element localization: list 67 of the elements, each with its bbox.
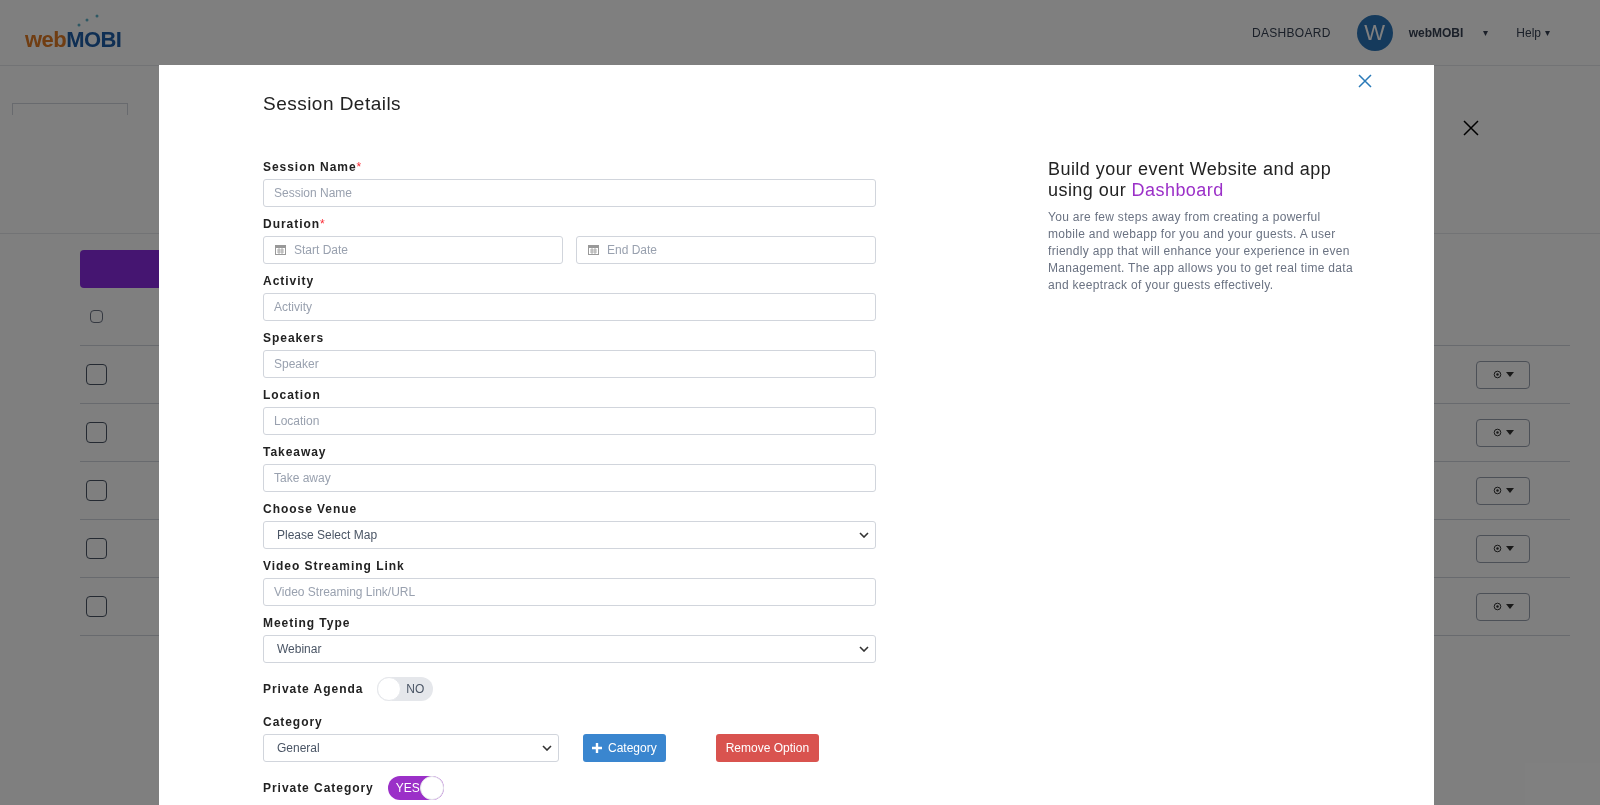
row-checkbox[interactable] — [86, 596, 107, 617]
select-dropdown[interactable]: General — [263, 734, 559, 762]
date-field[interactable]: Start Date — [263, 236, 563, 264]
row-checkbox[interactable] — [86, 422, 107, 443]
field-label: Meeting Type — [263, 615, 352, 632]
text-input[interactable]: Take away — [263, 464, 876, 492]
caret-icon[interactable]: ▾ — [1483, 25, 1489, 40]
text-input[interactable]: Speaker — [263, 350, 876, 378]
text-input[interactable]: Location — [263, 407, 876, 435]
logo[interactable]: webMOBI — [25, 12, 122, 53]
text-input[interactable]: Session Name — [263, 179, 876, 207]
close-button[interactable] — [1358, 74, 1372, 88]
gear-icon — [1492, 428, 1502, 437]
chevron-down-icon — [542, 745, 552, 751]
add-category-button[interactable]: Category — [583, 734, 666, 762]
chevron-down-icon — [859, 532, 869, 538]
field-label: Speakers — [263, 330, 326, 347]
caret-icon — [1505, 372, 1514, 377]
user-avatar[interactable]: W — [1356, 14, 1393, 51]
remove-option-button[interactable]: Remove Option — [715, 734, 820, 762]
field-label: Duration* — [263, 216, 327, 233]
field-label: Location — [263, 387, 322, 404]
caret-icon — [1505, 604, 1514, 609]
calendar-icon — [275, 244, 286, 255]
row-checkbox[interactable] — [86, 538, 107, 559]
field-label: Takeaway — [263, 444, 328, 461]
field-label: Private Category — [263, 780, 374, 797]
chevron-down-icon — [859, 646, 869, 652]
select-dropdown[interactable]: Webinar — [263, 635, 876, 663]
field-label: Activity — [263, 273, 316, 290]
gear-dropdown-button[interactable] — [1476, 476, 1530, 505]
close-icon[interactable] — [1463, 120, 1479, 136]
gear-icon — [1492, 370, 1502, 379]
field-label: Private Agenda — [263, 681, 364, 698]
toggle-switch[interactable]: NO — [377, 677, 434, 701]
field-label: Session Name* — [263, 159, 364, 176]
promo-heading: Build your event Website and app using our Dashboard — [1048, 159, 1333, 201]
gear-dropdown-button[interactable] — [1476, 418, 1530, 447]
caret-icon — [1505, 546, 1514, 551]
caret-icon — [1505, 430, 1514, 435]
gear-dropdown-button[interactable] — [1476, 534, 1530, 563]
row-checkbox[interactable] — [86, 480, 107, 501]
nav-link[interactable]: DASHBOARD — [1251, 23, 1331, 42]
user-name[interactable]: webMOBI — [1408, 23, 1464, 42]
date-field[interactable]: End Date — [576, 236, 876, 264]
promo-text: You are few steps away from creating a powerful mobile and webapp for you and your guests. A user friendly app that will enhance your experience in even Management. The app allows you to get real time data and keeptrack of your guests effectively. — [1048, 209, 1354, 294]
text-input[interactable]: Activity — [263, 293, 876, 321]
calendar-icon — [588, 244, 599, 255]
modal-title: Session Details — [263, 92, 402, 116]
select-dropdown[interactable]: Please Select Map — [263, 521, 876, 549]
select-all-checkbox[interactable] — [90, 310, 103, 323]
gear-icon — [1492, 486, 1502, 495]
caret-icon — [1505, 488, 1514, 493]
caret-icon[interactable]: ▾ — [1545, 25, 1550, 40]
field-label: Choose Venue — [263, 501, 359, 518]
field-label: Category — [263, 714, 324, 731]
gear-icon — [1492, 544, 1502, 553]
text-input[interactable]: Video Streaming Link/URL — [263, 578, 876, 606]
help-menu[interactable]: Help — [1516, 23, 1541, 42]
row-checkbox[interactable] — [86, 364, 107, 385]
field-label: Video Streaming Link — [263, 558, 406, 575]
gear-icon — [1492, 602, 1502, 611]
dashboard-link[interactable]: Dashboard — [1131, 180, 1224, 200]
toggle-switch[interactable]: YES — [387, 776, 444, 800]
gear-dropdown-button[interactable] — [1476, 360, 1530, 389]
plus-icon — [592, 743, 602, 753]
gear-dropdown-button[interactable] — [1476, 592, 1530, 621]
